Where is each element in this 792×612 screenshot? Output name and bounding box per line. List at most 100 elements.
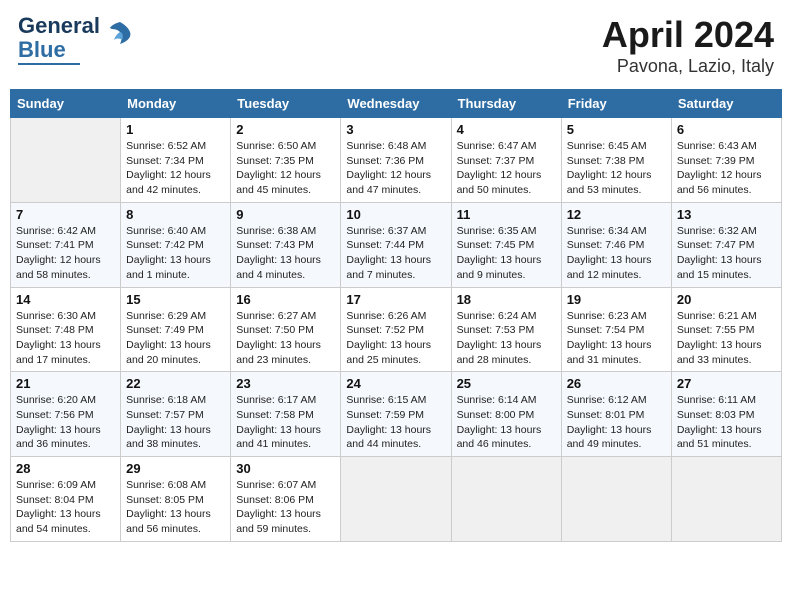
calendar-cell bbox=[11, 118, 121, 203]
day-info: Sunrise: 6:14 AM Sunset: 8:00 PM Dayligh… bbox=[457, 393, 556, 452]
calendar-cell: 2 Sunrise: 6:50 AM Sunset: 7:35 PM Daylig… bbox=[231, 118, 341, 203]
day-info: Sunrise: 6:34 AM Sunset: 7:46 PM Dayligh… bbox=[567, 224, 666, 283]
calendar-cell: 15 Sunrise: 6:29 AM Sunset: 7:49 PM Dayli… bbox=[121, 287, 231, 372]
calendar-cell: 29 Sunrise: 6:08 AM Sunset: 8:05 PM Dayli… bbox=[121, 457, 231, 542]
calendar-cell: 16Sunrise: 6:27 AM Sunset: 7:50 PM Dayli… bbox=[231, 287, 341, 372]
calendar-cell: 9 Sunrise: 6:38 AM Sunset: 7:43 PM Daylig… bbox=[231, 202, 341, 287]
page-subtitle: Pavona, Lazio, Italy bbox=[602, 56, 774, 77]
calendar-body: 1 Sunrise: 6:52 AM Sunset: 7:34 PM Daylig… bbox=[11, 118, 782, 542]
calendar-cell: 18 Sunrise: 6:24 AM Sunset: 7:53 PM Dayli… bbox=[451, 287, 561, 372]
day-number: 1 bbox=[126, 122, 225, 137]
calendar-header-row: SundayMondayTuesdayWednesdayThursdayFrid… bbox=[11, 90, 782, 118]
day-number: 5 bbox=[567, 122, 666, 137]
day-number: 28 bbox=[16, 461, 115, 476]
calendar-cell: 20Sunrise: 6:21 AM Sunset: 7:55 PM Dayli… bbox=[671, 287, 781, 372]
day-info: Sunrise: 6:35 AM Sunset: 7:45 PM Dayligh… bbox=[457, 224, 556, 283]
calendar-cell: 6Sunrise: 6:43 AM Sunset: 7:39 PM Daylig… bbox=[671, 118, 781, 203]
day-info: Sunrise: 6:24 AM Sunset: 7:53 PM Dayligh… bbox=[457, 309, 556, 368]
calendar-cell: 22Sunrise: 6:18 AM Sunset: 7:57 PM Dayli… bbox=[121, 372, 231, 457]
day-info: Sunrise: 6:37 AM Sunset: 7:44 PM Dayligh… bbox=[346, 224, 445, 283]
day-info: Sunrise: 6:08 AM Sunset: 8:05 PM Dayligh… bbox=[126, 478, 225, 537]
day-info: Sunrise: 6:23 AM Sunset: 7:54 PM Dayligh… bbox=[567, 309, 666, 368]
day-info: Sunrise: 6:38 AM Sunset: 7:43 PM Dayligh… bbox=[236, 224, 335, 283]
day-number: 17 bbox=[346, 292, 445, 307]
day-header-friday: Friday bbox=[561, 90, 671, 118]
day-info: Sunrise: 6:17 AM Sunset: 7:58 PM Dayligh… bbox=[236, 393, 335, 452]
day-number: 18 bbox=[457, 292, 556, 307]
calendar-cell bbox=[341, 457, 451, 542]
calendar-table: SundayMondayTuesdayWednesdayThursdayFrid… bbox=[10, 89, 782, 542]
day-info: Sunrise: 6:18 AM Sunset: 7:57 PM Dayligh… bbox=[126, 393, 225, 452]
day-number: 26 bbox=[567, 376, 666, 391]
day-header-thursday: Thursday bbox=[451, 90, 561, 118]
day-header-monday: Monday bbox=[121, 90, 231, 118]
day-number: 11 bbox=[457, 207, 556, 222]
calendar-cell: 7 Sunrise: 6:42 AM Sunset: 7:41 PM Daylig… bbox=[11, 202, 121, 287]
calendar-cell: 3 Sunrise: 6:48 AM Sunset: 7:36 PM Daylig… bbox=[341, 118, 451, 203]
calendar-cell: 27 Sunrise: 6:11 AM Sunset: 8:03 PM Dayli… bbox=[671, 372, 781, 457]
day-number: 7 bbox=[16, 207, 115, 222]
calendar-cell: 25 Sunrise: 6:14 AM Sunset: 8:00 PM Dayli… bbox=[451, 372, 561, 457]
day-info: Sunrise: 6:40 AM Sunset: 7:42 PM Dayligh… bbox=[126, 224, 225, 283]
calendar-cell bbox=[671, 457, 781, 542]
day-number: 19 bbox=[567, 292, 666, 307]
calendar-cell: 23 Sunrise: 6:17 AM Sunset: 7:58 PM Dayli… bbox=[231, 372, 341, 457]
day-header-wednesday: Wednesday bbox=[341, 90, 451, 118]
calendar-cell: 8 Sunrise: 6:40 AM Sunset: 7:42 PM Daylig… bbox=[121, 202, 231, 287]
logo-bird-icon bbox=[106, 18, 134, 46]
page-header: General Blue April 2024 Pavona, Lazio, I… bbox=[10, 10, 782, 81]
calendar-cell: 28 Sunrise: 6:09 AM Sunset: 8:04 PM Dayli… bbox=[11, 457, 121, 542]
day-info: Sunrise: 6:09 AM Sunset: 8:04 PM Dayligh… bbox=[16, 478, 115, 537]
calendar-cell: 26Sunrise: 6:12 AM Sunset: 8:01 PM Dayli… bbox=[561, 372, 671, 457]
day-info: Sunrise: 6:52 AM Sunset: 7:34 PM Dayligh… bbox=[126, 139, 225, 198]
day-number: 14 bbox=[16, 292, 115, 307]
day-number: 23 bbox=[236, 376, 335, 391]
day-number: 4 bbox=[457, 122, 556, 137]
day-info: Sunrise: 6:47 AM Sunset: 7:37 PM Dayligh… bbox=[457, 139, 556, 198]
day-number: 13 bbox=[677, 207, 776, 222]
day-info: Sunrise: 6:32 AM Sunset: 7:47 PM Dayligh… bbox=[677, 224, 776, 283]
calendar-cell bbox=[451, 457, 561, 542]
calendar-cell: 19 Sunrise: 6:23 AM Sunset: 7:54 PM Dayli… bbox=[561, 287, 671, 372]
day-info: Sunrise: 6:15 AM Sunset: 7:59 PM Dayligh… bbox=[346, 393, 445, 452]
day-number: 21 bbox=[16, 376, 115, 391]
day-number: 2 bbox=[236, 122, 335, 137]
day-info: Sunrise: 6:21 AM Sunset: 7:55 PM Dayligh… bbox=[677, 309, 776, 368]
day-info: Sunrise: 6:29 AM Sunset: 7:49 PM Dayligh… bbox=[126, 309, 225, 368]
page-title: April 2024 bbox=[602, 14, 774, 56]
day-header-sunday: Sunday bbox=[11, 90, 121, 118]
day-info: Sunrise: 6:50 AM Sunset: 7:35 PM Dayligh… bbox=[236, 139, 335, 198]
day-info: Sunrise: 6:45 AM Sunset: 7:38 PM Dayligh… bbox=[567, 139, 666, 198]
day-number: 30 bbox=[236, 461, 335, 476]
calendar-cell: 13 Sunrise: 6:32 AM Sunset: 7:47 PM Dayli… bbox=[671, 202, 781, 287]
day-number: 27 bbox=[677, 376, 776, 391]
calendar-cell: 10 Sunrise: 6:37 AM Sunset: 7:44 PM Dayli… bbox=[341, 202, 451, 287]
day-info: Sunrise: 6:11 AM Sunset: 8:03 PM Dayligh… bbox=[677, 393, 776, 452]
day-info: Sunrise: 6:26 AM Sunset: 7:52 PM Dayligh… bbox=[346, 309, 445, 368]
logo: General Blue bbox=[18, 14, 134, 65]
calendar-cell: 4 Sunrise: 6:47 AM Sunset: 7:37 PM Daylig… bbox=[451, 118, 561, 203]
calendar-cell: 21 Sunrise: 6:20 AM Sunset: 7:56 PM Dayli… bbox=[11, 372, 121, 457]
day-number: 3 bbox=[346, 122, 445, 137]
day-info: Sunrise: 6:42 AM Sunset: 7:41 PM Dayligh… bbox=[16, 224, 115, 283]
calendar-cell bbox=[561, 457, 671, 542]
day-number: 15 bbox=[126, 292, 225, 307]
day-info: Sunrise: 6:07 AM Sunset: 8:06 PM Dayligh… bbox=[236, 478, 335, 537]
calendar-cell: 1 Sunrise: 6:52 AM Sunset: 7:34 PM Daylig… bbox=[121, 118, 231, 203]
calendar-cell: 14 Sunrise: 6:30 AM Sunset: 7:48 PM Dayli… bbox=[11, 287, 121, 372]
logo-text: General bbox=[18, 14, 100, 38]
day-number: 9 bbox=[236, 207, 335, 222]
day-info: Sunrise: 6:27 AM Sunset: 7:50 PM Dayligh… bbox=[236, 309, 335, 368]
day-info: Sunrise: 6:30 AM Sunset: 7:48 PM Dayligh… bbox=[16, 309, 115, 368]
day-number: 10 bbox=[346, 207, 445, 222]
day-info: Sunrise: 6:20 AM Sunset: 7:56 PM Dayligh… bbox=[16, 393, 115, 452]
day-number: 8 bbox=[126, 207, 225, 222]
title-block: April 2024 Pavona, Lazio, Italy bbox=[602, 14, 774, 77]
day-number: 29 bbox=[126, 461, 225, 476]
calendar-cell: 12 Sunrise: 6:34 AM Sunset: 7:46 PM Dayli… bbox=[561, 202, 671, 287]
day-info: Sunrise: 6:48 AM Sunset: 7:36 PM Dayligh… bbox=[346, 139, 445, 198]
calendar-cell: 17 Sunrise: 6:26 AM Sunset: 7:52 PM Dayli… bbox=[341, 287, 451, 372]
day-number: 12 bbox=[567, 207, 666, 222]
day-number: 25 bbox=[457, 376, 556, 391]
calendar-cell: 5 Sunrise: 6:45 AM Sunset: 7:38 PM Daylig… bbox=[561, 118, 671, 203]
